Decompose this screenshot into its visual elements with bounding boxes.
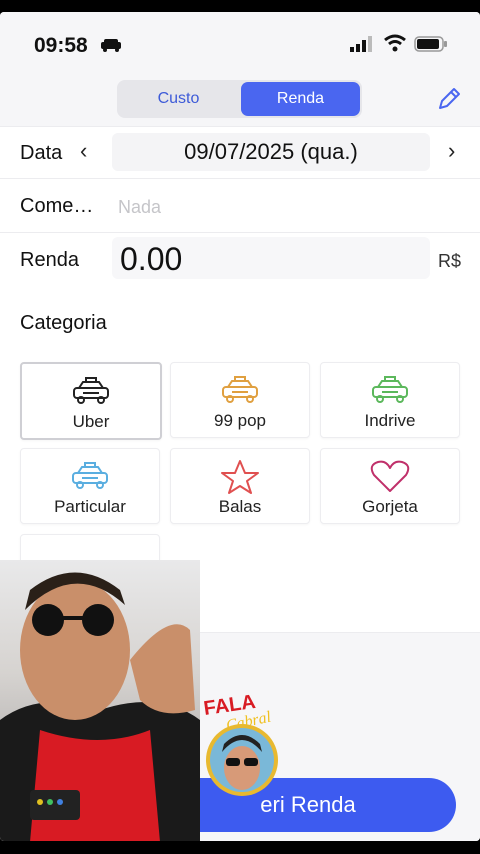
category-item[interactable]: Balas <box>170 448 310 524</box>
tab-custo[interactable]: Custo <box>119 82 238 116</box>
brand-badge: FALA Cabral <box>200 688 290 798</box>
type-segmented-control: Custo Renda <box>117 80 362 118</box>
taxi-icon <box>70 459 110 491</box>
taxi-icon <box>370 373 410 405</box>
category-label: 99 pop <box>214 411 266 430</box>
category-title: Categoria <box>20 312 107 334</box>
tab-renda[interactable]: Renda <box>241 82 360 116</box>
chevron-right-icon[interactable]: › <box>448 138 455 164</box>
taxi-icon <box>71 374 111 406</box>
status-time: 09:58 <box>34 34 88 57</box>
battery-icon <box>414 36 447 52</box>
app-screen: 09:58 Custo Renda Data ‹ 09/07/2025 (qua… <box>0 12 480 841</box>
income-value: 0.00 <box>120 241 183 277</box>
category-item[interactable]: Indrive <box>320 362 460 438</box>
category-label: Particular <box>54 497 126 516</box>
category-label: Indrive <box>364 411 416 430</box>
top-bar: Custo Renda <box>0 72 480 126</box>
chevron-left-icon[interactable]: ‹ <box>80 138 87 164</box>
category-item[interactable]: Particular <box>20 448 160 524</box>
income-row: Renda 0.00 R$ <box>0 232 480 285</box>
comment-row: Come… Nada <box>0 178 480 233</box>
category-item[interactable]: Uber <box>20 362 162 440</box>
status-bar: 09:58 <box>0 12 480 72</box>
category-label: Uber <box>72 412 110 431</box>
category-item[interactable]: Gorjeta <box>320 448 460 524</box>
category-item[interactable]: 99 pop <box>170 362 310 438</box>
date-value[interactable]: 09/07/2025 (qua.) <box>112 133 430 171</box>
income-label: Renda <box>20 249 79 271</box>
pencil-icon[interactable] <box>436 86 462 112</box>
income-input[interactable]: 0.00 <box>112 237 430 279</box>
date-row: Data ‹ 09/07/2025 (qua.) › <box>0 126 480 179</box>
video-overlay <box>0 560 200 841</box>
category-label: Balas <box>218 497 262 516</box>
currency-label: R$ <box>438 251 462 271</box>
date-label: Data <box>20 142 63 164</box>
category-label: Gorjeta <box>362 497 418 516</box>
wifi-icon <box>384 34 406 52</box>
heart-icon <box>370 459 410 492</box>
car-icon <box>101 39 121 52</box>
brand-logo: FALA Cabral <box>202 691 278 796</box>
comment-label: Come… <box>20 195 94 217</box>
comment-input[interactable]: Nada <box>118 197 161 218</box>
person-image <box>0 572 200 841</box>
taxi-icon <box>220 373 260 405</box>
signal-icon <box>350 36 372 52</box>
star-icon <box>220 459 260 494</box>
